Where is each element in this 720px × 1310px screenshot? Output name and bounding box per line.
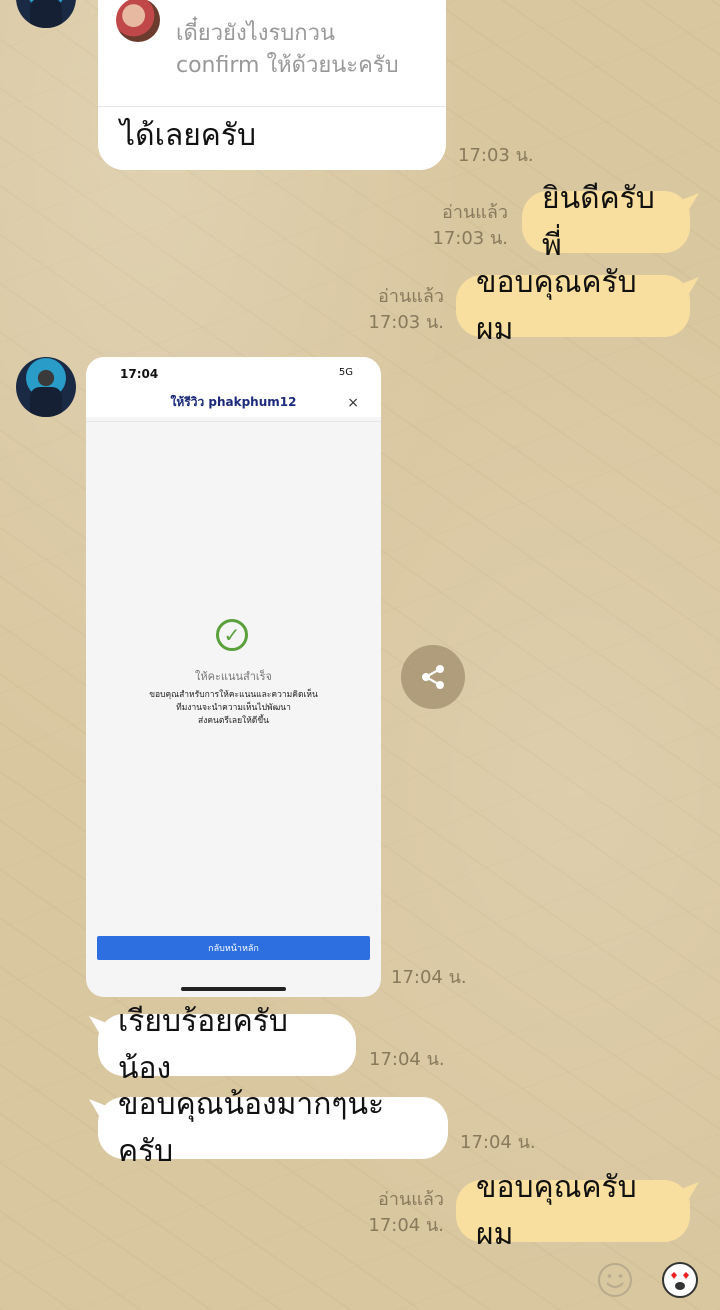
share-button[interactable] [401,645,465,709]
incoming-message-bubble[interactable]: ขอบคุณน้องมากๆนะครับ [98,1087,448,1169]
divider [86,421,381,422]
contact-avatar[interactable] [16,357,76,417]
sticker-icon [662,1262,698,1298]
reply-message-bubble[interactable]: เดี๋ยวยังไงรบกวน confirm ให้ด้วยนะครับ ไ… [98,0,446,170]
message-text: ได้เลยครับ [120,118,257,153]
check-icon: ✓ [216,619,248,651]
quoted-avatar [116,0,160,42]
image-message[interactable]: 17:04 5G ให้รีวิว phakphum12 × ✓ ให้คะแน… [86,357,381,997]
message-text: ขอบคุณครับผม [476,1170,637,1252]
divider [98,106,446,107]
message-text: เรียบร้อยครับน้อง [118,1004,288,1086]
thanks-text: ขอบคุณสำหรับการให้คะแนนและความคิดเห็น ที… [149,690,318,726]
signal-indicator: 5G [338,367,353,378]
quoted-message[interactable]: เดี๋ยวยังไงรบกวน confirm ให้ด้วยนะครับ [176,18,399,82]
close-icon: × [347,395,359,411]
read-receipt: อ่านแล้ว 17:03 น. [368,286,444,333]
message-time: 17:03 น. [458,145,534,166]
message-time: 17:04 น. [460,1132,536,1153]
message-text: ขอบคุณครับผม [476,265,637,347]
share-icon [422,665,444,689]
emoji-icon [598,1263,632,1297]
outgoing-message-bubble[interactable]: ขอบคุณครับผม [456,265,690,347]
outgoing-message-bubble[interactable]: ยินดีครับพี่ [522,181,690,263]
home-indicator [181,987,286,991]
read-receipt: อ่านแล้ว 17:03 น. [432,202,508,249]
contact-avatar[interactable] [16,0,76,28]
message-time: 17:04 น. [369,1049,445,1070]
outgoing-message-bubble[interactable]: ขอบคุณครับผม [456,1170,690,1252]
status-time: 17:04 [120,367,159,381]
message-text: ขอบคุณน้องมากๆนะครับ [118,1087,385,1169]
incoming-message-bubble[interactable]: เรียบร้อยครับน้อง [98,1004,356,1086]
read-receipt: อ่านแล้ว 17:04 น. [368,1189,444,1236]
back-home-button: กลับหน้าหลัก [97,936,370,960]
emoji-button[interactable] [596,1261,634,1299]
review-title: ให้รีวิว phakphum12 [170,395,297,409]
success-text: ให้คะแนนสำเร็จ [194,670,273,683]
sticker-button[interactable] [661,1261,699,1299]
message-time: 17:04 น. [391,967,467,988]
message-text: ยินดีครับพี่ [542,181,655,263]
